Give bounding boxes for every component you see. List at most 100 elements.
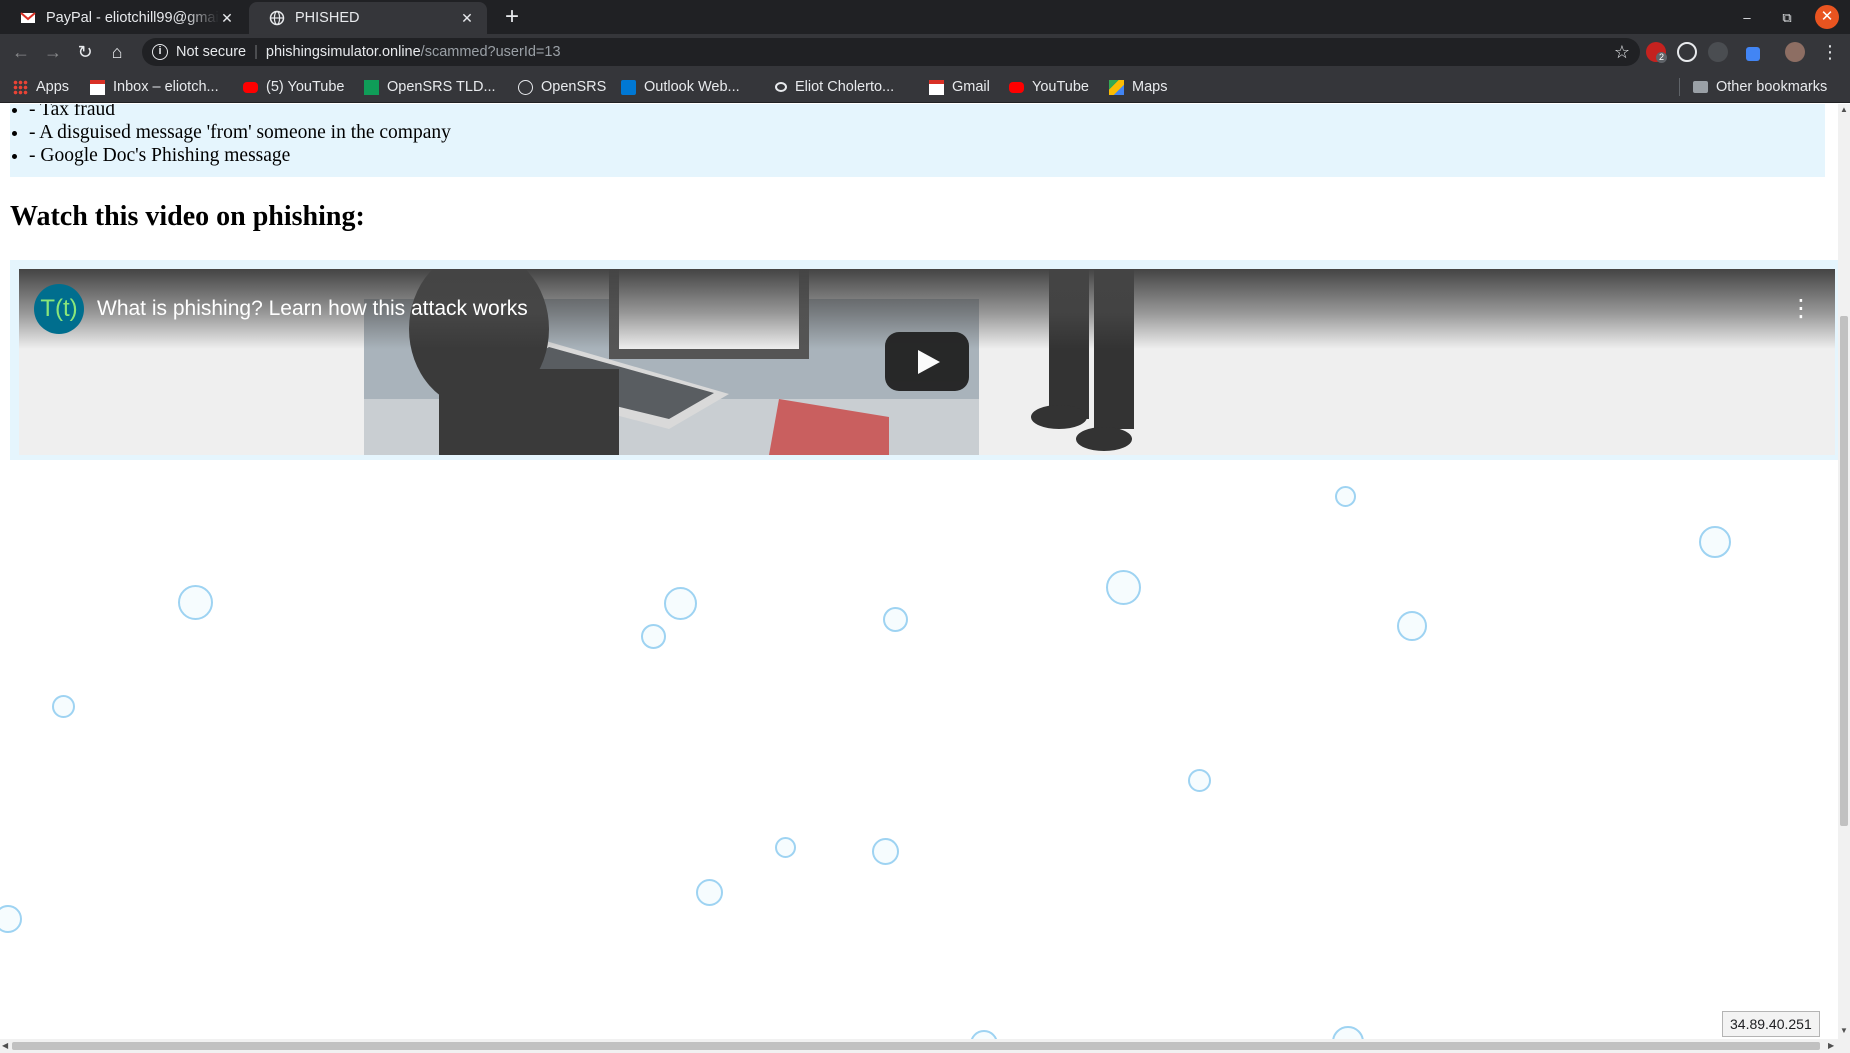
back-arrow-icon[interactable]: ← [9,40,33,64]
apps-grid-icon [13,79,28,95]
spreadsheet-icon [364,79,379,95]
scroll-up-icon[interactable]: ▲ [1840,105,1848,115]
profile-avatar[interactable] [1785,42,1805,62]
bubble [1188,769,1211,792]
youtube-video-embed[interactable]: T(t) What is phishing? Learn how this at… [19,269,1835,455]
tab-title: PHISHED [295,10,360,26]
gmail-icon [90,79,105,95]
bookmark-gmail[interactable]: Gmail [929,77,990,97]
bookmark-opensrs-tld[interactable]: OpenSRS TLD... [364,77,496,97]
address-bar[interactable]: i Not secure | phishingsimulator.online … [142,38,1640,66]
list-item: - Tax fraud [29,104,451,121]
bookmark-label: Eliot Cholerto... [795,79,895,95]
phishing-examples-list: - Tax fraud - A disguised message 'from'… [18,104,451,167]
binoculars-icon [775,82,787,92]
bookmark-outlook[interactable]: Outlook Web... [621,77,740,97]
close-icon[interactable]: ✕ [219,10,235,26]
bookmark-label: (5) YouTube [266,79,345,95]
minimize-icon[interactable]: – [1735,6,1759,30]
url-host: phishingsimulator.online [265,44,421,60]
extension-icon[interactable]: 2 [1646,42,1668,63]
channel-logo[interactable]: T(t) [34,284,84,334]
bubble [775,837,796,858]
bubble [178,585,213,620]
tab-phished[interactable]: PHISHED ✕ [249,2,487,34]
outlook-icon [621,79,636,95]
video-more-options-icon[interactable]: ⋮ [1789,293,1813,323]
bookmark-label: Apps [36,79,70,95]
play-button[interactable] [885,332,969,391]
bookmark-label: YouTube [1032,79,1089,95]
folder-icon [1693,81,1708,93]
youtube-icon [243,81,258,93]
list-item: - A disguised message 'from' someone in … [29,121,451,144]
page-content: - Tax fraud - A disguised message 'from'… [0,104,1838,1039]
restore-icon[interactable]: ⧉ [1775,6,1799,30]
tab-title: PayPal - eliotchill99@gmail.com [46,10,219,26]
bubble [883,607,908,632]
gmail-icon [20,12,36,23]
url-path: /scammed?userId=13 [420,44,561,60]
bookmark-maps[interactable]: Maps [1109,77,1167,97]
bubble [1397,611,1427,641]
eye-extension-icon[interactable] [1708,42,1728,62]
forward-arrow-icon[interactable]: → [41,40,65,64]
bookmark-youtube[interactable]: YouTube [1009,77,1089,97]
bubble [52,695,75,718]
scroll-left-icon[interactable]: ◀ [2,1041,8,1051]
vertical-scroll-thumb[interactable] [1840,316,1848,826]
tab-paypal[interactable]: PayPal - eliotchill99@gmail.com ✕ [0,2,247,34]
home-icon[interactable]: ⌂ [105,40,129,64]
bookmark-label: Other bookmarks [1716,79,1828,95]
bubble [1335,486,1356,507]
bubble [872,838,899,865]
video-heading: Watch this video on phishing: [10,201,365,232]
ip-address-label: 34.89.40.251 [1722,1011,1820,1037]
bookmark-youtube-5[interactable]: (5) YouTube [243,77,344,97]
bookmarks-bar: Apps Inbox – eliotch... (5) YouTube Open… [0,70,1850,103]
bookmark-label: Gmail [952,79,990,95]
bookmarks-separator [1679,78,1680,96]
menu-kebab-icon[interactable]: ⋮ [1818,40,1842,64]
scroll-right-icon[interactable]: ▶ [1828,1041,1834,1051]
maps-icon [1109,79,1124,95]
bookmark-opensrs[interactable]: OpenSRS [518,77,606,97]
vertical-scrollbar[interactable]: ▲ ▼ [1838,104,1850,1039]
stopwatch-extension-icon[interactable] [1677,42,1697,62]
close-icon[interactable]: ✕ [459,10,475,26]
address-separator: | [254,44,258,60]
bookmark-label: Outlook Web... [644,79,740,95]
extension-badge: 2 [1656,52,1668,63]
video-title[interactable]: What is phishing? Learn how this attack … [97,297,528,321]
new-tab-button[interactable]: + [498,4,526,32]
bubble [0,905,22,933]
gmail-icon [929,79,944,95]
bookmark-label: OpenSRS TLD... [387,79,496,95]
bookmark-label: OpenSRS [541,79,607,95]
other-bookmarks[interactable]: Other bookmarks [1693,77,1827,97]
bookmark-star-icon[interactable]: ☆ [1614,42,1630,63]
phishing-examples-panel: - Tax fraud - A disguised message 'from'… [10,104,1825,177]
bubble [1699,526,1731,558]
bubble [664,587,697,620]
bookmark-inbox[interactable]: Inbox – eliotch... [90,77,219,97]
edit-extension-icon[interactable] [1746,47,1760,61]
window-close-button[interactable]: ✕ [1815,5,1839,29]
bookmark-apps[interactable]: Apps [13,77,69,97]
bookmark-label: Inbox – eliotch... [113,79,219,95]
info-icon[interactable]: i [152,44,168,60]
reload-icon[interactable]: ↻ [73,40,97,64]
horizontal-scrollbar[interactable]: ◀ ▶ [0,1039,1850,1053]
bubble [970,1030,998,1039]
list-item: - Google Doc's Phishing message [29,144,451,167]
video-frame: T(t) What is phishing? Learn how this at… [10,260,1838,460]
scroll-down-icon[interactable]: ▼ [1840,1026,1848,1036]
bookmark-eliot[interactable]: Eliot Cholerto... [775,77,894,97]
browser-toolbar: ← → ↻ ⌂ i Not secure | phishingsimulator… [0,34,1850,70]
bubble [1106,570,1141,605]
youtube-icon [1009,81,1024,93]
bookmark-label: Maps [1132,79,1168,95]
security-label: Not secure [176,44,247,60]
bubble [696,879,723,906]
horizontal-scroll-thumb[interactable] [12,1042,1820,1050]
